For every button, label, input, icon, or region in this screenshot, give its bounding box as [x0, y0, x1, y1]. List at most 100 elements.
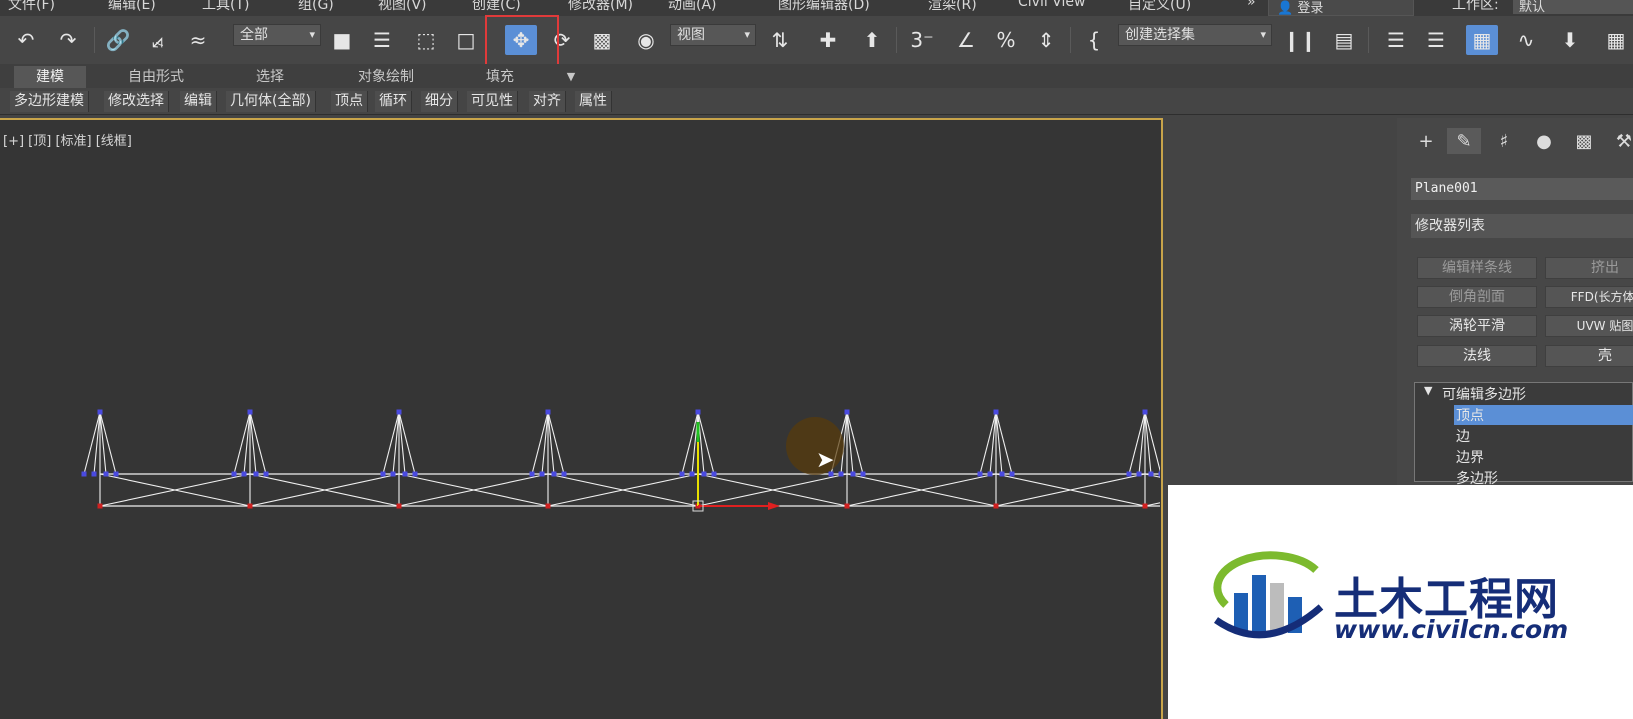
- window-crossing-icon[interactable]: □: [450, 25, 482, 55]
- undo-icon[interactable]: ↶: [10, 25, 42, 55]
- vertex-base[interactable]: [91, 471, 97, 477]
- vertex-base[interactable]: [561, 471, 567, 477]
- truss-geometry[interactable]: [81, 409, 1161, 512]
- ribbon-polygon-modeling[interactable]: 多边形建模: [10, 91, 89, 112]
- vertex-base[interactable]: [390, 471, 396, 477]
- create-tab-icon[interactable]: +: [1409, 128, 1443, 154]
- vertex-base[interactable]: [977, 471, 983, 477]
- vertex-base[interactable]: [1148, 471, 1154, 477]
- ribbon-subdivision[interactable]: 细分: [421, 91, 458, 112]
- stack-item-vertex[interactable]: 顶点: [1454, 405, 1633, 425]
- vertex-bottom[interactable]: [396, 503, 402, 509]
- ribbon-edit[interactable]: 编辑: [180, 91, 217, 112]
- utilities-tab-icon[interactable]: ⚒: [1607, 128, 1633, 154]
- vertex-base[interactable]: [860, 471, 866, 477]
- ribbon-loops[interactable]: 循环: [375, 91, 412, 112]
- vertex-apex[interactable]: [97, 409, 103, 415]
- tab-freeform[interactable]: 自由形式: [110, 66, 202, 88]
- snap-toggle-icon[interactable]: 3⁻: [906, 25, 938, 55]
- schematic-view-icon[interactable]: ▦: [1600, 25, 1632, 55]
- vertex-bottom[interactable]: [545, 503, 551, 509]
- modifier-bevel-profile-button[interactable]: 倒角剖面: [1417, 286, 1537, 308]
- layer-explorer-icon[interactable]: ☰: [1380, 25, 1412, 55]
- gizmo-x-arrow[interactable]: [768, 502, 780, 510]
- truss-wireframe[interactable]: [0, 118, 1160, 719]
- vertex-base[interactable]: [987, 471, 993, 477]
- menu-edit[interactable]: 编辑(E): [108, 0, 156, 14]
- scene-explorer-icon[interactable]: ▦: [1466, 25, 1498, 55]
- ribbon-modify-selection[interactable]: 修改选择: [104, 91, 169, 112]
- menu-customize[interactable]: 自定义(U): [1128, 0, 1191, 14]
- scale-icon[interactable]: ▩: [586, 25, 618, 55]
- workspace-dropdown[interactable]: 默认: [1513, 0, 1633, 15]
- redo-icon[interactable]: ↷: [52, 25, 84, 55]
- vertex-apex[interactable]: [396, 409, 402, 415]
- menu-group[interactable]: 组(G): [298, 0, 334, 14]
- vertex-base[interactable]: [253, 471, 259, 477]
- menu-more[interactable]: »: [1247, 0, 1256, 10]
- modifier-turbosmooth-button[interactable]: 涡轮平滑: [1417, 315, 1537, 337]
- vertex-base[interactable]: [529, 471, 535, 477]
- tab-populate[interactable]: 填充: [470, 66, 530, 88]
- vertex-bottom[interactable]: [247, 503, 253, 509]
- vertex-base[interactable]: [1136, 471, 1142, 477]
- vertex-base[interactable]: [679, 471, 685, 477]
- vertex-apex[interactable]: [844, 409, 850, 415]
- edit-named-selection-icon[interactable]: {: [1078, 25, 1110, 55]
- vertex-base[interactable]: [539, 471, 545, 477]
- ribbon-vertices[interactable]: 顶点: [331, 91, 368, 112]
- vertex-base[interactable]: [551, 471, 557, 477]
- menu-civil-view[interactable]: Civil View: [1018, 0, 1085, 10]
- vertex-base[interactable]: [838, 471, 844, 477]
- vertex-apex[interactable]: [1142, 409, 1148, 415]
- menu-animation[interactable]: 动画(A): [668, 0, 717, 14]
- vertex-base[interactable]: [81, 471, 87, 477]
- angle-snap-icon[interactable]: ∠: [950, 25, 982, 55]
- login-dropdown[interactable]: 👤 登录: [1268, 0, 1414, 16]
- expand-triangle-icon[interactable]: ▼: [1424, 384, 1432, 397]
- bind-space-warp-icon[interactable]: ≈: [182, 25, 214, 55]
- motion-tab-icon[interactable]: ●: [1527, 128, 1561, 154]
- placement-icon[interactable]: ◉: [630, 25, 662, 55]
- ribbon-align[interactable]: 对齐: [529, 91, 566, 112]
- stack-editable-poly[interactable]: 可编辑多边形: [1442, 384, 1526, 404]
- modifier-shell-button[interactable]: 壳: [1545, 345, 1633, 367]
- vertex-base[interactable]: [711, 471, 717, 477]
- modifier-normal-button[interactable]: 法线: [1417, 345, 1537, 367]
- modifier-edit-spline-button[interactable]: 编辑样条线: [1417, 257, 1537, 279]
- vertex-base[interactable]: [1126, 471, 1132, 477]
- vertex-bottom[interactable]: [97, 503, 103, 509]
- vertex-base[interactable]: [850, 471, 856, 477]
- vertex-base[interactable]: [1009, 471, 1015, 477]
- pivot-center-icon[interactable]: ⇅: [764, 25, 796, 55]
- vertex-base[interactable]: [999, 471, 1005, 477]
- reference-coordinate-dropdown[interactable]: 视图 ▾: [670, 24, 756, 46]
- menu-rendering[interactable]: 渲染(R): [928, 0, 977, 14]
- vertex-bottom[interactable]: [993, 503, 999, 509]
- vertex-base[interactable]: [241, 471, 247, 477]
- vertex-base[interactable]: [1158, 471, 1161, 477]
- vertex-base[interactable]: [380, 471, 386, 477]
- vertex-base[interactable]: [113, 471, 119, 477]
- ribbon-properties[interactable]: 属性: [575, 91, 612, 112]
- ribbon-visibility[interactable]: 可见性: [467, 91, 518, 112]
- vertex-base[interactable]: [412, 471, 418, 477]
- vertex-bottom[interactable]: [844, 503, 850, 509]
- modifier-extrude-button[interactable]: 挤出: [1545, 257, 1633, 279]
- object-name-field[interactable]: Plane001: [1411, 178, 1633, 200]
- select-object-icon[interactable]: ■: [326, 25, 358, 55]
- menu-create[interactable]: 创建(C): [472, 0, 521, 14]
- stack-item-edge[interactable]: 边: [1456, 426, 1470, 446]
- modifier-ffd-box-button[interactable]: FFD(长方体): [1545, 286, 1633, 308]
- align-icon[interactable]: ▤: [1328, 25, 1360, 55]
- menu-file[interactable]: 文件(F): [8, 0, 55, 14]
- vertex-apex[interactable]: [695, 409, 701, 415]
- menu-modifiers[interactable]: 修改器(M): [568, 0, 633, 14]
- vertex-base[interactable]: [263, 471, 269, 477]
- keyboard-shortcut-icon[interactable]: ⬆: [856, 25, 888, 55]
- percent-snap-icon[interactable]: %: [990, 25, 1022, 55]
- link-icon[interactable]: 🔗: [102, 25, 134, 55]
- selection-filter-dropdown[interactable]: 全部 ▾: [233, 24, 321, 46]
- vertex-base[interactable]: [689, 471, 695, 477]
- modifier-list-dropdown[interactable]: 修改器列表: [1411, 214, 1633, 238]
